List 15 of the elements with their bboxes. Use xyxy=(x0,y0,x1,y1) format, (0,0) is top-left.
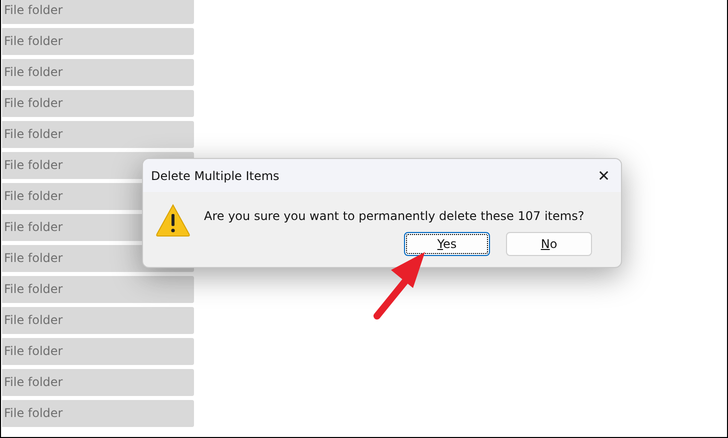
file-type-cell: File folder xyxy=(2,90,194,117)
file-type-cell: File folder xyxy=(2,28,194,55)
dialog-button[interactable]: Yes xyxy=(404,232,490,256)
file-type-cell: File folder xyxy=(2,369,194,396)
file-type-cell: File folder xyxy=(2,121,194,148)
file-type-cell: File folder xyxy=(2,276,194,303)
dialog-button[interactable]: No xyxy=(506,232,592,256)
close-button[interactable]: ✕ xyxy=(587,159,621,192)
warning-icon xyxy=(155,202,191,238)
confirmation-message: Are you sure you want to permanently delete these 107 items? xyxy=(204,209,586,223)
file-type-cell: File folder xyxy=(2,307,194,334)
file-type-cell: File folder xyxy=(2,338,194,365)
file-type-cell: File folder xyxy=(2,59,194,86)
file-type-cell: File folder xyxy=(2,0,194,24)
file-type-cell: File folder xyxy=(2,400,194,427)
